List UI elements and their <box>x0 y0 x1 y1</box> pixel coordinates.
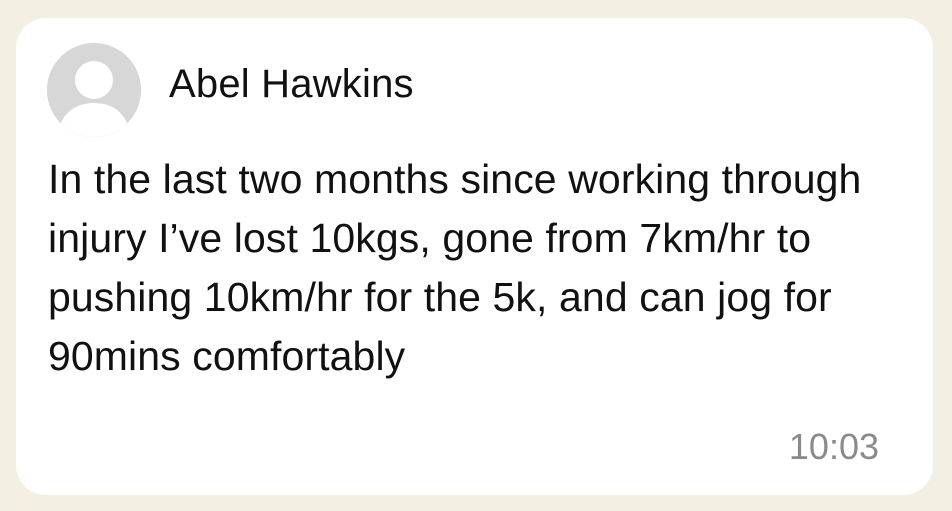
message-text: In the last two months since working thr… <box>48 156 862 379</box>
avatar[interactable] <box>47 43 141 137</box>
sender-name: Abel Hawkins <box>169 62 414 106</box>
default-user-avatar-icon <box>47 43 141 137</box>
message-card[interactable]: Abel Hawkins In the last two months sinc… <box>16 18 933 495</box>
message-timestamp: 10:03 <box>788 426 879 467</box>
